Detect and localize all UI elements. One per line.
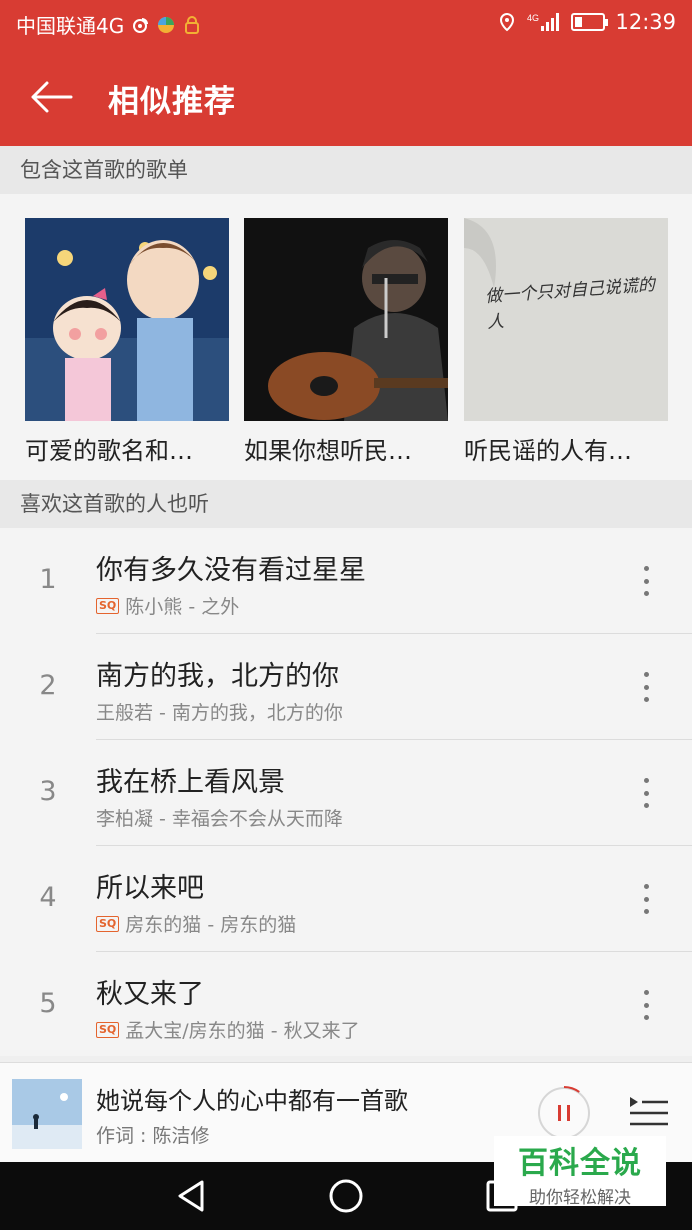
song-index: 3: [39, 776, 57, 807]
carrier-label: 中国联通4G: [16, 14, 125, 38]
page-title: 相似推荐: [108, 84, 236, 120]
status-right: 4G 12:39: [497, 10, 676, 34]
title-bar: 相似推荐: [0, 48, 692, 146]
song-subtitle: SQ 陈小熊 - 之外: [96, 592, 239, 619]
playlist-card[interactable]: 可爱的歌名和…: [25, 218, 229, 466]
section-header-playlists: 包含这首歌的歌单: [0, 146, 692, 194]
playlist-card[interactable]: 如果你想听民…: [244, 218, 448, 466]
song-index: 5: [39, 988, 57, 1019]
more-options-icon[interactable]: [634, 672, 658, 702]
song-index: 2: [39, 670, 57, 701]
more-options-icon[interactable]: [634, 884, 658, 914]
playlist-cover-handwriting[interactable]: 做一个只对自己说谎的人: [464, 218, 668, 421]
location-icon: [500, 12, 515, 32]
playlist-cover-guitarist[interactable]: [244, 218, 448, 421]
app-colorful-icon: [158, 16, 175, 33]
song-row[interactable]: 2 南方的我，北方的你 王般若 - 南方的我，北方的你: [0, 634, 692, 740]
song-subtitle: 李柏凝 - 幸福会不会从天而降: [96, 804, 343, 831]
pause-button[interactable]: [538, 1086, 590, 1139]
lock-app-icon: [185, 15, 200, 34]
song-artist-album: 李柏凝 - 幸福会不会从天而降: [96, 808, 343, 830]
song-title: 秋又来了: [96, 979, 204, 1010]
song-title: 南方的我，北方的你: [96, 661, 339, 692]
song-title: 所以来吧: [96, 873, 204, 904]
song-artist-album: 陈小熊 - 之外: [125, 596, 240, 618]
song-artist-album: 孟大宝/房东的猫 - 秋又来了: [125, 1020, 360, 1042]
song-artist-album: 房东的猫 - 房东的猫: [125, 914, 297, 936]
status-left: 中国联通4G: [16, 10, 202, 39]
sq-badge: SQ: [96, 915, 120, 932]
more-options-icon[interactable]: [634, 778, 658, 808]
song-row[interactable]: 4 所以来吧 SQ 房东的猫 - 房东的猫: [0, 846, 692, 952]
watermark-badge: 百科全说 助你轻松解决: [494, 1136, 666, 1208]
now-playing-subtitle: 作词 : 陈洁修: [96, 1125, 210, 1147]
playlist-grid: 可爱的歌名和… 如果你想听民… 做一个只对自己说谎的人 听民谣的人有…: [0, 194, 692, 480]
back-button[interactable]: [24, 72, 78, 122]
now-playing-cover[interactable]: [12, 1079, 82, 1149]
playlist-name: 可爱的歌名和…: [25, 437, 193, 465]
song-artist-album: 王般若 - 南方的我，北方的你: [96, 702, 343, 724]
song-row[interactable]: 3 我在桥上看风景 李柏凝 - 幸福会不会从天而降: [0, 740, 692, 846]
home-circle-icon[interactable]: [326, 1176, 366, 1216]
song-row[interactable]: 5 秋又来了 SQ 孟大宝/房东的猫 - 秋又来了: [0, 952, 692, 1058]
watermark-subtitle: 助你轻松解决: [529, 1188, 631, 1208]
signal-icon: 4G: [527, 13, 560, 31]
song-title: 我在桥上看风景: [96, 767, 285, 798]
playlist-name: 听民谣的人有…: [464, 437, 632, 465]
sq-badge: SQ: [96, 597, 120, 614]
arrow-left-icon: [31, 81, 73, 113]
more-options-icon[interactable]: [634, 990, 658, 1020]
clock: 12:39: [615, 10, 676, 34]
playlist-name: 如果你想听民…: [244, 437, 412, 465]
more-options-icon[interactable]: [634, 566, 658, 596]
song-subtitle: SQ 房东的猫 - 房东的猫: [96, 910, 296, 937]
sq-badge: SQ: [96, 1021, 120, 1038]
song-index: 4: [39, 882, 57, 913]
svg-text:4G: 4G: [527, 13, 539, 23]
watermark-title: 百科全说: [518, 1146, 642, 1181]
queue-list-icon: [630, 1097, 668, 1126]
status-bar: 中国联通4G 4G 12:39: [0, 0, 692, 48]
song-row[interactable]: 1 你有多久没有看过星星 SQ 陈小熊 - 之外: [0, 528, 692, 634]
song-subtitle: SQ 孟大宝/房东的猫 - 秋又来了: [96, 1016, 360, 1043]
section-header-listeners: 喜欢这首歌的人也听: [0, 480, 692, 528]
weibo-icon: [133, 17, 149, 33]
song-subtitle: 王般若 - 南方的我，北方的你: [96, 698, 343, 725]
playlist-card[interactable]: 做一个只对自己说谎的人 听民谣的人有…: [464, 218, 668, 466]
playlist-queue-button[interactable]: [628, 1093, 670, 1133]
song-index: 1: [39, 564, 57, 595]
battery-icon: [571, 13, 609, 31]
song-list: 1 你有多久没有看过星星 SQ 陈小熊 - 之外 2 南方的我，北方的你 王般若…: [0, 528, 692, 1056]
now-playing-title: 她说每个人的心中都有一首歌: [96, 1087, 408, 1115]
playlist-cover-cartoon[interactable]: [25, 218, 229, 421]
back-triangle-icon[interactable]: [172, 1176, 212, 1216]
song-title: 你有多久没有看过星星: [96, 555, 366, 586]
screen: 中国联通4G 4G 12:39 相似推荐 包含这首歌的歌单 可爱的歌名和… 如果…: [0, 0, 692, 1230]
